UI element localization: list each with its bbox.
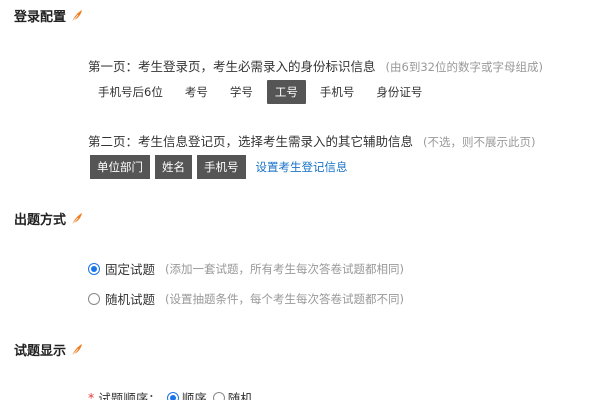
feather-icon xyxy=(71,212,83,225)
mode-random-label: 随机试题 xyxy=(105,292,156,307)
order-sequential-label[interactable]: 顺序 xyxy=(182,388,207,400)
order-random-label[interactable]: 随机 xyxy=(228,388,253,400)
mode-fixed-option[interactable]: 固定试题 (添加一套试题，所有考生每次答卷试题都相同) xyxy=(88,259,404,278)
feather-icon xyxy=(71,343,83,356)
page1-description: 第一页：考生登录页，考生必需录入的身份标识信息 (由6到32位的数字或字母组成) xyxy=(88,56,543,75)
order-row: * 试题顺序： 顺序 随机 xyxy=(88,388,253,400)
tag-department[interactable]: 单位部门 xyxy=(90,155,150,179)
question-mode-title: 出题方式 xyxy=(14,209,84,228)
id-option-id-card[interactable]: 身份证号 xyxy=(368,80,430,104)
id-option-phone[interactable]: 手机号 xyxy=(312,80,363,104)
mode-fixed-label: 固定试题 xyxy=(105,262,156,277)
mode-fixed-hint: (添加一套试题，所有考生每次答卷试题都相同) xyxy=(165,261,404,276)
page1-hint: (由6到32位的数字或字母组成) xyxy=(385,60,543,74)
radio-order-random[interactable] xyxy=(212,391,225,400)
feather-icon xyxy=(71,9,83,22)
page1-text: 第一页：考生登录页，考生必需录入的身份标识信息 xyxy=(88,59,376,74)
tag-name[interactable]: 姓名 xyxy=(155,155,192,179)
id-option-phone-last6[interactable]: 手机号后6位 xyxy=(90,80,171,104)
id-option-exam-number[interactable]: 考号 xyxy=(177,80,216,104)
extra-fields: 单位部门 姓名 手机号 设置考生登记信息 xyxy=(90,155,348,179)
radio-order-sequential[interactable] xyxy=(166,391,179,400)
section-title-text: 登录配置 xyxy=(14,10,67,25)
order-label: 试题顺序： xyxy=(98,391,161,400)
mode-random-hint: (设置抽题条件，每个考生每次答卷试题都不同) xyxy=(165,291,404,306)
radio-random[interactable] xyxy=(88,292,100,305)
required-mark: * xyxy=(88,390,95,400)
page2-hint: (不选，则不展示此页) xyxy=(423,135,536,149)
tag-phone[interactable]: 手机号 xyxy=(197,155,246,179)
login-config-title: 登录配置 xyxy=(14,6,84,25)
id-options: 手机号后6位 考号 学号 工号 手机号 身份证号 xyxy=(90,80,432,104)
radio-fixed[interactable] xyxy=(88,262,100,275)
setup-registration-link[interactable]: 设置考生登记信息 xyxy=(256,159,348,175)
section-title-text: 试题显示 xyxy=(14,344,67,359)
id-option-student-number[interactable]: 学号 xyxy=(222,80,261,104)
section-title-text: 出题方式 xyxy=(14,213,67,228)
display-title: 试题显示 xyxy=(14,340,84,359)
mode-random-option[interactable]: 随机试题 (设置抽题条件，每个考生每次答卷试题都不同) xyxy=(88,289,404,308)
id-option-employee-number[interactable]: 工号 xyxy=(266,80,306,104)
page2-text: 第二页：考生信息登记页，选择考生需录入的其它辅助信息 xyxy=(88,134,414,149)
page2-description: 第二页：考生信息登记页，选择考生需录入的其它辅助信息 (不选，则不展示此页) xyxy=(88,131,536,150)
